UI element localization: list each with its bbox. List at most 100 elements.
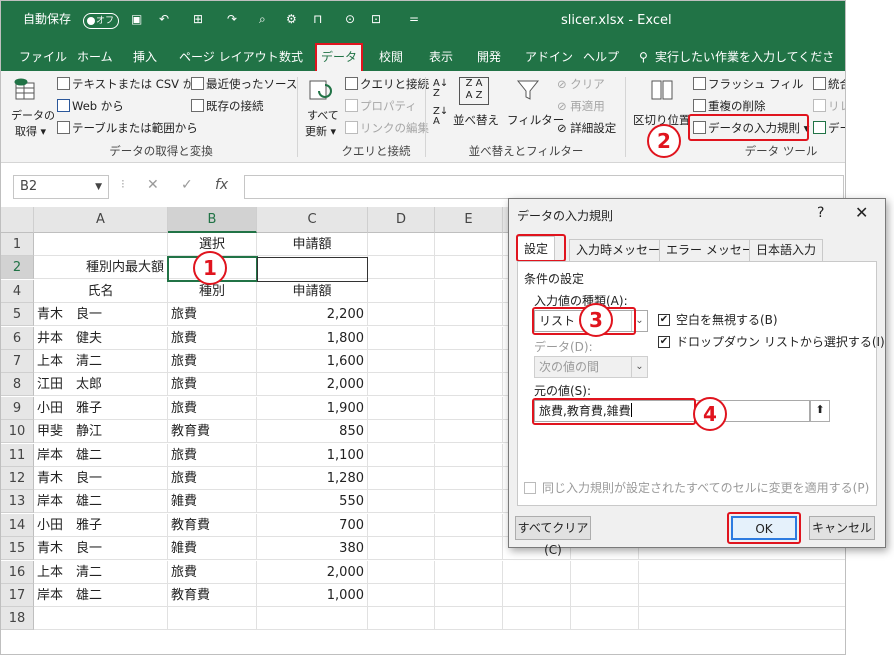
- cell-a9[interactable]: 小田 雅子: [34, 396, 168, 420]
- cell-e5[interactable]: [435, 303, 503, 327]
- properties-button[interactable]: プロパティ: [345, 97, 417, 115]
- camera-icon[interactable]: ⊙: [345, 9, 355, 29]
- column-header-d[interactable]: D: [368, 207, 435, 233]
- cell-a2[interactable]: 種別内最大額: [34, 256, 168, 280]
- edit-links-button[interactable]: リンクの編集: [345, 119, 429, 137]
- tab-insert[interactable]: 挿入: [131, 47, 159, 69]
- close-icon[interactable]: ✕: [855, 203, 868, 222]
- cell-b15[interactable]: 雑費: [168, 537, 257, 561]
- reapply-button[interactable]: ⊘ 再適用: [557, 97, 605, 115]
- row-header[interactable]: 14: [1, 513, 34, 537]
- sort-button[interactable]: 並べ替え: [453, 111, 499, 129]
- cell-g16[interactable]: [571, 560, 639, 584]
- tab-home[interactable]: ホーム: [75, 47, 115, 69]
- cell-d10[interactable]: [368, 420, 435, 444]
- in-cell-dropdown-checkbox[interactable]: ✔: [658, 336, 670, 348]
- column-header-e[interactable]: E: [435, 207, 503, 233]
- cell-d18[interactable]: [368, 607, 435, 631]
- row-header[interactable]: 5: [1, 303, 34, 327]
- cell-f16[interactable]: [503, 560, 571, 584]
- cell-e15[interactable]: [435, 537, 503, 561]
- recent-sources-button[interactable]: 最近使ったソース: [191, 75, 297, 93]
- column-header-a[interactable]: A: [34, 207, 168, 233]
- cell-b10[interactable]: 教育費: [168, 420, 257, 444]
- cell-d14[interactable]: [368, 513, 435, 537]
- cell-e6[interactable]: [435, 326, 503, 350]
- tab-view[interactable]: 表示: [427, 47, 455, 69]
- cancel-button[interactable]: キャンセル: [809, 516, 875, 540]
- cell-c10[interactable]: 850: [257, 420, 368, 444]
- name-box[interactable]: B2 ▼: [13, 175, 109, 199]
- cell-e1[interactable]: [435, 233, 503, 256]
- cell-a11[interactable]: 岸本 雄二: [34, 443, 168, 467]
- cell-f18[interactable]: [503, 607, 571, 631]
- cell-c5[interactable]: 2,200: [257, 303, 368, 327]
- cell-b8[interactable]: 旅費: [168, 373, 257, 397]
- tab-review[interactable]: 校閲: [377, 47, 405, 69]
- cell-c1[interactable]: 申請額: [257, 233, 368, 256]
- enter-icon[interactable]: ✓: [181, 177, 193, 193]
- sort-ascending-icon[interactable]: A↓ Z: [433, 79, 448, 99]
- row-header[interactable]: 12: [1, 467, 34, 490]
- cell-c15[interactable]: 380: [257, 537, 368, 561]
- cell-c12[interactable]: 1,280: [257, 467, 368, 490]
- tab-page-layout[interactable]: ページ レイアウト: [177, 47, 281, 69]
- sort-descending-icon[interactable]: Z↓ A: [433, 107, 448, 127]
- apply-all-checkbox[interactable]: [524, 482, 536, 494]
- select-all-corner[interactable]: [1, 207, 34, 233]
- cell-b9[interactable]: 旅費: [168, 396, 257, 420]
- cell-e12[interactable]: [435, 467, 503, 490]
- cell-c11[interactable]: 1,100: [257, 443, 368, 467]
- cell-b12[interactable]: 旅費: [168, 467, 257, 490]
- cell-h18[interactable]: [639, 607, 845, 631]
- cell-c13[interactable]: 550: [257, 490, 368, 514]
- clear-button[interactable]: ⊘ クリア: [557, 75, 605, 93]
- cell-b5[interactable]: 旅費: [168, 303, 257, 327]
- consolidate-button[interactable]: 統合: [813, 75, 845, 93]
- remove-duplicates-button[interactable]: 重複の削除: [693, 97, 766, 115]
- tab-addins[interactable]: アドイン: [523, 47, 575, 69]
- cell-c6[interactable]: 1,800: [257, 326, 368, 350]
- cell-d15[interactable]: [368, 537, 435, 561]
- tab-file[interactable]: ファイル: [17, 47, 69, 69]
- cell-e8[interactable]: [435, 373, 503, 397]
- cell-d4[interactable]: [368, 279, 435, 303]
- relationships-button[interactable]: リレ: [813, 97, 845, 115]
- insert-function-icon[interactable]: fx: [215, 177, 228, 193]
- row-header[interactable]: 6: [1, 326, 34, 350]
- cell-c4[interactable]: 申請額: [257, 279, 368, 303]
- row-header[interactable]: 8: [1, 373, 34, 397]
- cell-g17[interactable]: [571, 584, 639, 607]
- cell-c9[interactable]: 1,900: [257, 396, 368, 420]
- chart-icon[interactable]: ⊓: [313, 9, 322, 29]
- cell-a5[interactable]: 青木 良一: [34, 303, 168, 327]
- row-header[interactable]: 11: [1, 443, 34, 467]
- cell-d2[interactable]: [368, 256, 435, 280]
- cell-b7[interactable]: 旅費: [168, 350, 257, 373]
- tell-me-search[interactable]: 実行したい作業を入力してください: [653, 47, 845, 84]
- cell-d16[interactable]: [368, 560, 435, 584]
- tab-help[interactable]: ヘルプ: [581, 47, 621, 69]
- tab-developer[interactable]: 開発: [475, 47, 503, 69]
- row-header[interactable]: 15: [1, 537, 34, 561]
- column-header-c[interactable]: C: [257, 207, 368, 233]
- row-header[interactable]: 16: [1, 560, 34, 584]
- tab-ime-mode[interactable]: 日本語入力: [749, 239, 824, 261]
- cell-a13[interactable]: 岸本 雄二: [34, 490, 168, 514]
- cell-c17[interactable]: 1,000: [257, 584, 368, 607]
- cell-a7[interactable]: 上本 清二: [34, 350, 168, 373]
- get-data-button-label[interactable]: 取得 ▾: [15, 123, 46, 141]
- cell-d5[interactable]: [368, 303, 435, 327]
- cell-g18[interactable]: [571, 607, 639, 631]
- cell-d7[interactable]: [368, 350, 435, 373]
- flash-fill-button[interactable]: フラッシュ フィル: [693, 75, 803, 93]
- cell-a12[interactable]: 青木 良一: [34, 467, 168, 490]
- cell-f17[interactable]: [503, 584, 571, 607]
- cell-d17[interactable]: [368, 584, 435, 607]
- cell-d12[interactable]: [368, 467, 435, 490]
- cell-a1[interactable]: [34, 233, 168, 256]
- cell-e9[interactable]: [435, 396, 503, 420]
- advanced-button[interactable]: ⊘ 詳細設定: [557, 119, 616, 137]
- chevron-down-icon[interactable]: ⌄: [631, 357, 647, 377]
- customize-qat-icon[interactable]: =: [409, 9, 419, 29]
